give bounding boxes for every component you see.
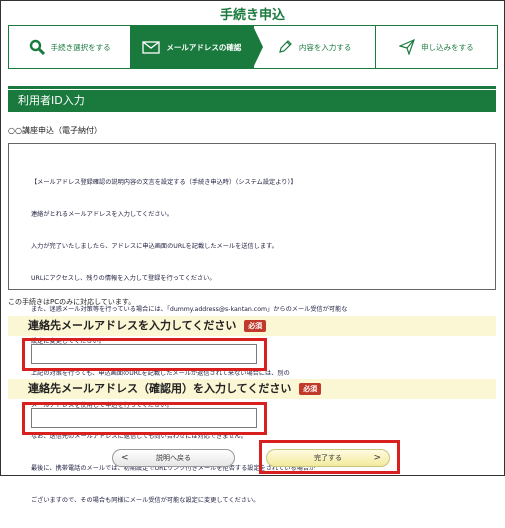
email-confirm-field[interactable] (31, 408, 257, 428)
email-label: 連絡先メールアドレスを入力してください 必須 (8, 316, 496, 336)
required-badge: 必須 (299, 383, 322, 395)
info-line: 【メールアドレス登録確認の説明内容の文言を設定する（手続き申込時）（システム設定… (31, 179, 297, 187)
pencil-icon (277, 39, 293, 55)
page-title: 手続き申込 (219, 8, 285, 23)
email-field[interactable] (31, 344, 257, 364)
send-icon (399, 39, 416, 55)
chevron-left-icon: < (121, 453, 129, 463)
search-icon (29, 39, 45, 55)
info-line: 入力が完了いたしましたら、アドレスに申込画面のURLを記載したメールを送信します… (31, 242, 278, 250)
info-line: URLにアクセスし、残りの情報を入力して登録を行ってください。 (31, 274, 216, 282)
back-button-label: 説明へ戻る (156, 454, 191, 462)
step-select-procedure: 手続き選択をする (9, 26, 132, 68)
pc-only-note: この手続きはPCのみに対応しています。 (8, 298, 136, 306)
email-confirm-label-text: 連絡先メールアドレス（確認用）を入力してください (28, 382, 292, 395)
email-label-text: 連絡先メールアドレスを入力してください (28, 319, 237, 332)
back-button[interactable]: < 説明へ戻る (112, 449, 235, 467)
step-label: 手続き選択をする (50, 42, 111, 52)
step-label: 申し込みをする (421, 42, 474, 52)
step-confirm-email: メールアドレスの確認 (131, 26, 263, 68)
progress-steps: 手続き選択をする メールアドレスの確認 内容を入力する 申し込みをする (8, 25, 498, 69)
complete-button[interactable]: 完了する > (266, 449, 390, 467)
info-line: ございますので、その場合も同様にメール受信が可能な設定に変更してください。 (31, 497, 260, 504)
chevron-right-icon: > (373, 453, 381, 463)
required-badge: 必須 (244, 320, 267, 332)
step-label: メールアドレスの確認 (166, 42, 242, 52)
email-confirm-label: 連絡先メールアドレス（確認用）を入力してください 必須 (8, 379, 496, 399)
complete-button-label: 完了する (314, 454, 342, 462)
info-line: 連絡がとれるメールアドレスを入力してください。 (31, 210, 173, 218)
info-box: 【メールアドレス登録確認の説明内容の文言を設定する（手続き申込時）（システム設定… (8, 143, 496, 504)
mail-icon (142, 40, 161, 54)
section-header: 利用者ID入力 (8, 86, 496, 112)
procedure-name: ○○講座申込（電子納付） (8, 126, 102, 135)
step-submit: 申し込みをする (375, 26, 497, 68)
step-enter-content: 内容を入力する (253, 26, 376, 68)
step-label: 内容を入力する (298, 42, 352, 52)
